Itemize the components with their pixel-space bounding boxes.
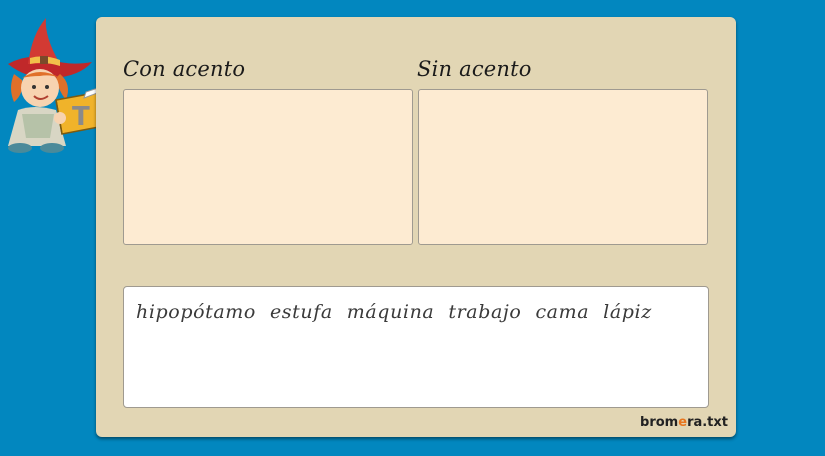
svg-text:T: T [72,102,90,132]
brand-accent-letter: e [678,415,688,430]
sin-acento-heading: Sin acento [417,57,532,81]
word-bank: hipopótamo estufa máquina trabajo cama l… [123,286,709,408]
word-trabajo[interactable]: trabajo [448,301,521,323]
brand-suffix: ra.txt [687,415,728,430]
sin-acento-drop-zone[interactable] [418,89,708,245]
witch-mascot-icon: T [0,14,106,154]
word-cama[interactable]: cama [535,301,589,323]
bromera-logo: bromera.txt [640,415,728,430]
brand-prefix: brom [640,415,679,430]
word-maquina[interactable]: máquina [347,301,435,323]
word-hipopotamo[interactable]: hipopótamo [136,301,256,323]
con-acento-drop-zone[interactable] [123,89,413,245]
exercise-panel: Con acento Sin acento hipopótamo estufa … [96,17,736,437]
word-lapiz[interactable]: lápiz [603,301,652,323]
word-estufa[interactable]: estufa [270,301,333,323]
con-acento-heading: Con acento [123,57,246,81]
word-list: hipopótamo estufa máquina trabajo cama l… [136,301,652,323]
